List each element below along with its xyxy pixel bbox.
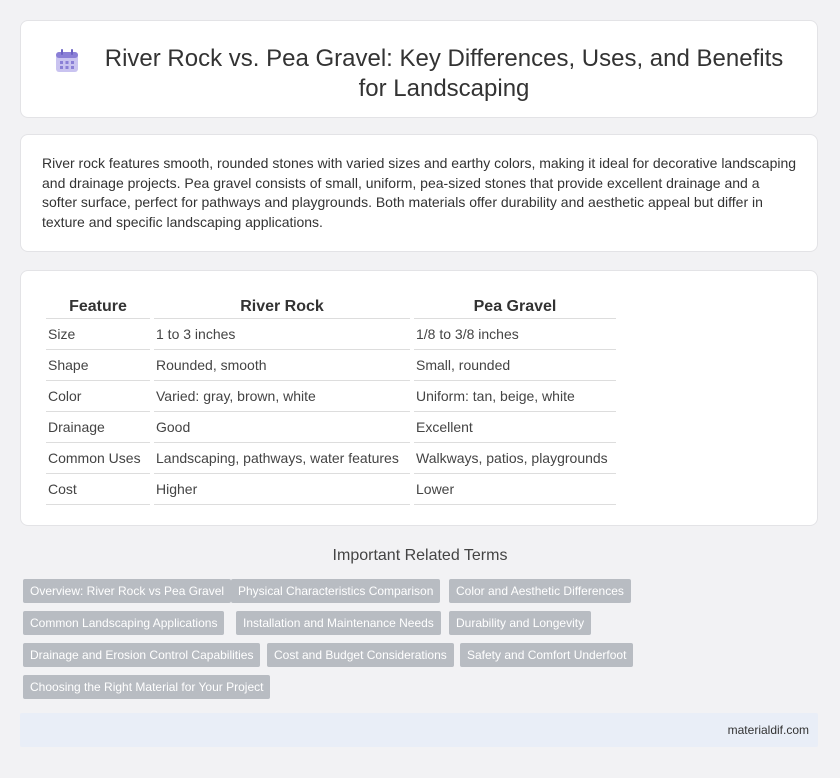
table-cell: Varied: gray, brown, white	[154, 381, 410, 412]
table-cell: 1 to 3 inches	[154, 319, 410, 350]
related-term-tag[interactable]: Overview: River Rock vs Pea Gravel	[23, 579, 232, 603]
footer-site-name[interactable]: materialdif.com	[728, 723, 809, 737]
table-cell: Excellent	[414, 412, 616, 443]
table-cell: Rounded, smooth	[154, 350, 410, 381]
table-row: Drainage Good Excellent	[46, 412, 616, 443]
table-cell: Good	[154, 412, 410, 443]
table-row: Size 1 to 3 inches 1/8 to 3/8 inches	[46, 319, 616, 350]
table-cell: 1/8 to 3/8 inches	[414, 319, 616, 350]
table-cell: Landscaping, pathways, water features	[154, 443, 410, 474]
comparison-table: Feature River Rock Pea Gravel Size 1 to …	[42, 295, 620, 505]
table-row: Common Uses Landscaping, pathways, water…	[46, 443, 616, 474]
related-term-tag[interactable]: Installation and Maintenance Needs	[236, 611, 441, 635]
related-term-tag[interactable]: Durability and Longevity	[449, 611, 592, 635]
related-term-tag[interactable]: Color and Aesthetic Differences	[449, 579, 631, 603]
related-term-tag[interactable]: Common Landscaping Applications	[23, 611, 225, 635]
header-card: River Rock vs. Pea Gravel: Key Differenc…	[20, 20, 818, 118]
related-term-tag[interactable]: Safety and Comfort Underfoot	[460, 643, 634, 667]
table-cell: Uniform: tan, beige, white	[414, 381, 616, 412]
table-row: Shape Rounded, smooth Small, rounded	[46, 350, 616, 381]
column-header: Feature	[46, 295, 150, 319]
calendar-icon	[54, 48, 80, 74]
table-cell: Small, rounded	[414, 350, 616, 381]
table-cell: Size	[46, 319, 150, 350]
related-term-tag[interactable]: Drainage and Erosion Control Capabilitie…	[23, 643, 261, 667]
column-header: Pea Gravel	[414, 295, 616, 319]
comparison-card: Feature River Rock Pea Gravel Size 1 to …	[20, 270, 818, 526]
table-row: Color Varied: gray, brown, white Uniform…	[46, 381, 616, 412]
intro-card: River rock features smooth, rounded ston…	[20, 134, 818, 252]
footer: materialdif.com	[20, 713, 818, 747]
table-cell: Drainage	[46, 412, 150, 443]
table-header-row: Feature River Rock Pea Gravel	[46, 295, 616, 319]
table-cell: Color	[46, 381, 150, 412]
page-title: River Rock vs. Pea Gravel: Key Differenc…	[104, 45, 784, 102]
intro-text: River rock features smooth, rounded ston…	[42, 155, 797, 230]
table-cell: Cost	[46, 474, 150, 505]
related-term-tag[interactable]: Cost and Budget Considerations	[267, 643, 454, 667]
table-cell: Higher	[154, 474, 410, 505]
table-cell: Common Uses	[46, 443, 150, 474]
column-header: River Rock	[154, 295, 410, 319]
table-cell: Lower	[414, 474, 616, 505]
related-term-tag[interactable]: Choosing the Right Material for Your Pro…	[23, 675, 271, 699]
table-row: Cost Higher Lower	[46, 474, 616, 505]
related-terms-title: Important Related Terms	[332, 547, 508, 564]
related-term-tag[interactable]: Physical Characteristics Comparison	[231, 579, 441, 603]
table-cell: Walkways, patios, playgrounds	[414, 443, 616, 474]
table-cell: Shape	[46, 350, 150, 381]
